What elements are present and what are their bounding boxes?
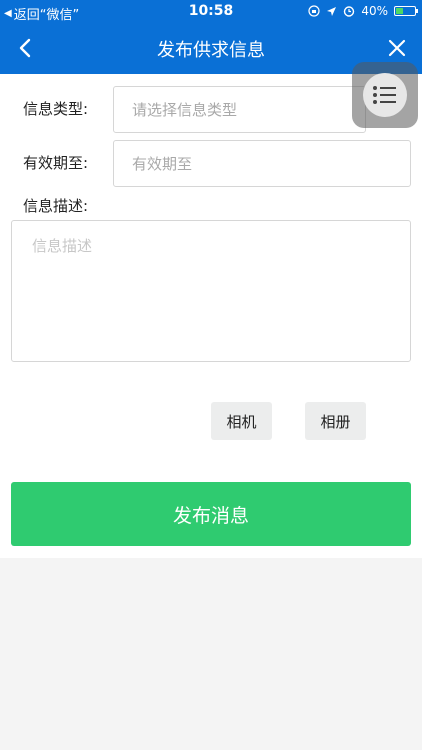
- expiry-label: 有效期至:: [23, 154, 89, 172]
- desc-placeholder: 信息描述: [32, 237, 93, 255]
- floating-menu-inner: [363, 73, 407, 117]
- expiry-placeholder: 有效期至: [132, 155, 193, 173]
- battery-percent: 40%: [361, 4, 388, 18]
- expiry-input[interactable]: 有效期至: [113, 140, 411, 187]
- camera-button[interactable]: 相机: [211, 402, 272, 440]
- floating-menu-button[interactable]: [352, 62, 418, 128]
- album-button[interactable]: 相册: [305, 402, 366, 440]
- page-title: 发布供求信息: [157, 40, 265, 61]
- submit-button[interactable]: 发布消息: [11, 482, 411, 546]
- location-arrow-icon: [327, 6, 337, 16]
- type-placeholder: 请选择信息类型: [132, 101, 238, 119]
- type-select[interactable]: 请选择信息类型: [113, 86, 366, 133]
- upload-row: 相机 相册: [11, 390, 411, 452]
- status-bar: ◀ 返回“微信” 10:58 40%: [0, 0, 422, 24]
- desc-label: 信息描述:: [23, 197, 89, 215]
- alarm-icon: [344, 6, 355, 17]
- screen: ◀ 返回“微信” 10:58 40% 发布供求信息 信息类型: 请选择信息类型 …: [0, 0, 422, 750]
- close-icon[interactable]: [384, 35, 410, 61]
- desc-textarea[interactable]: 信息描述: [11, 220, 411, 362]
- battery-icon: [394, 6, 418, 16]
- battery-level: [396, 8, 403, 14]
- list-menu-icon: [373, 86, 396, 104]
- type-label: 信息类型:: [23, 100, 89, 118]
- status-icons: 40%: [308, 4, 418, 18]
- lock-rotation-icon: [308, 5, 320, 17]
